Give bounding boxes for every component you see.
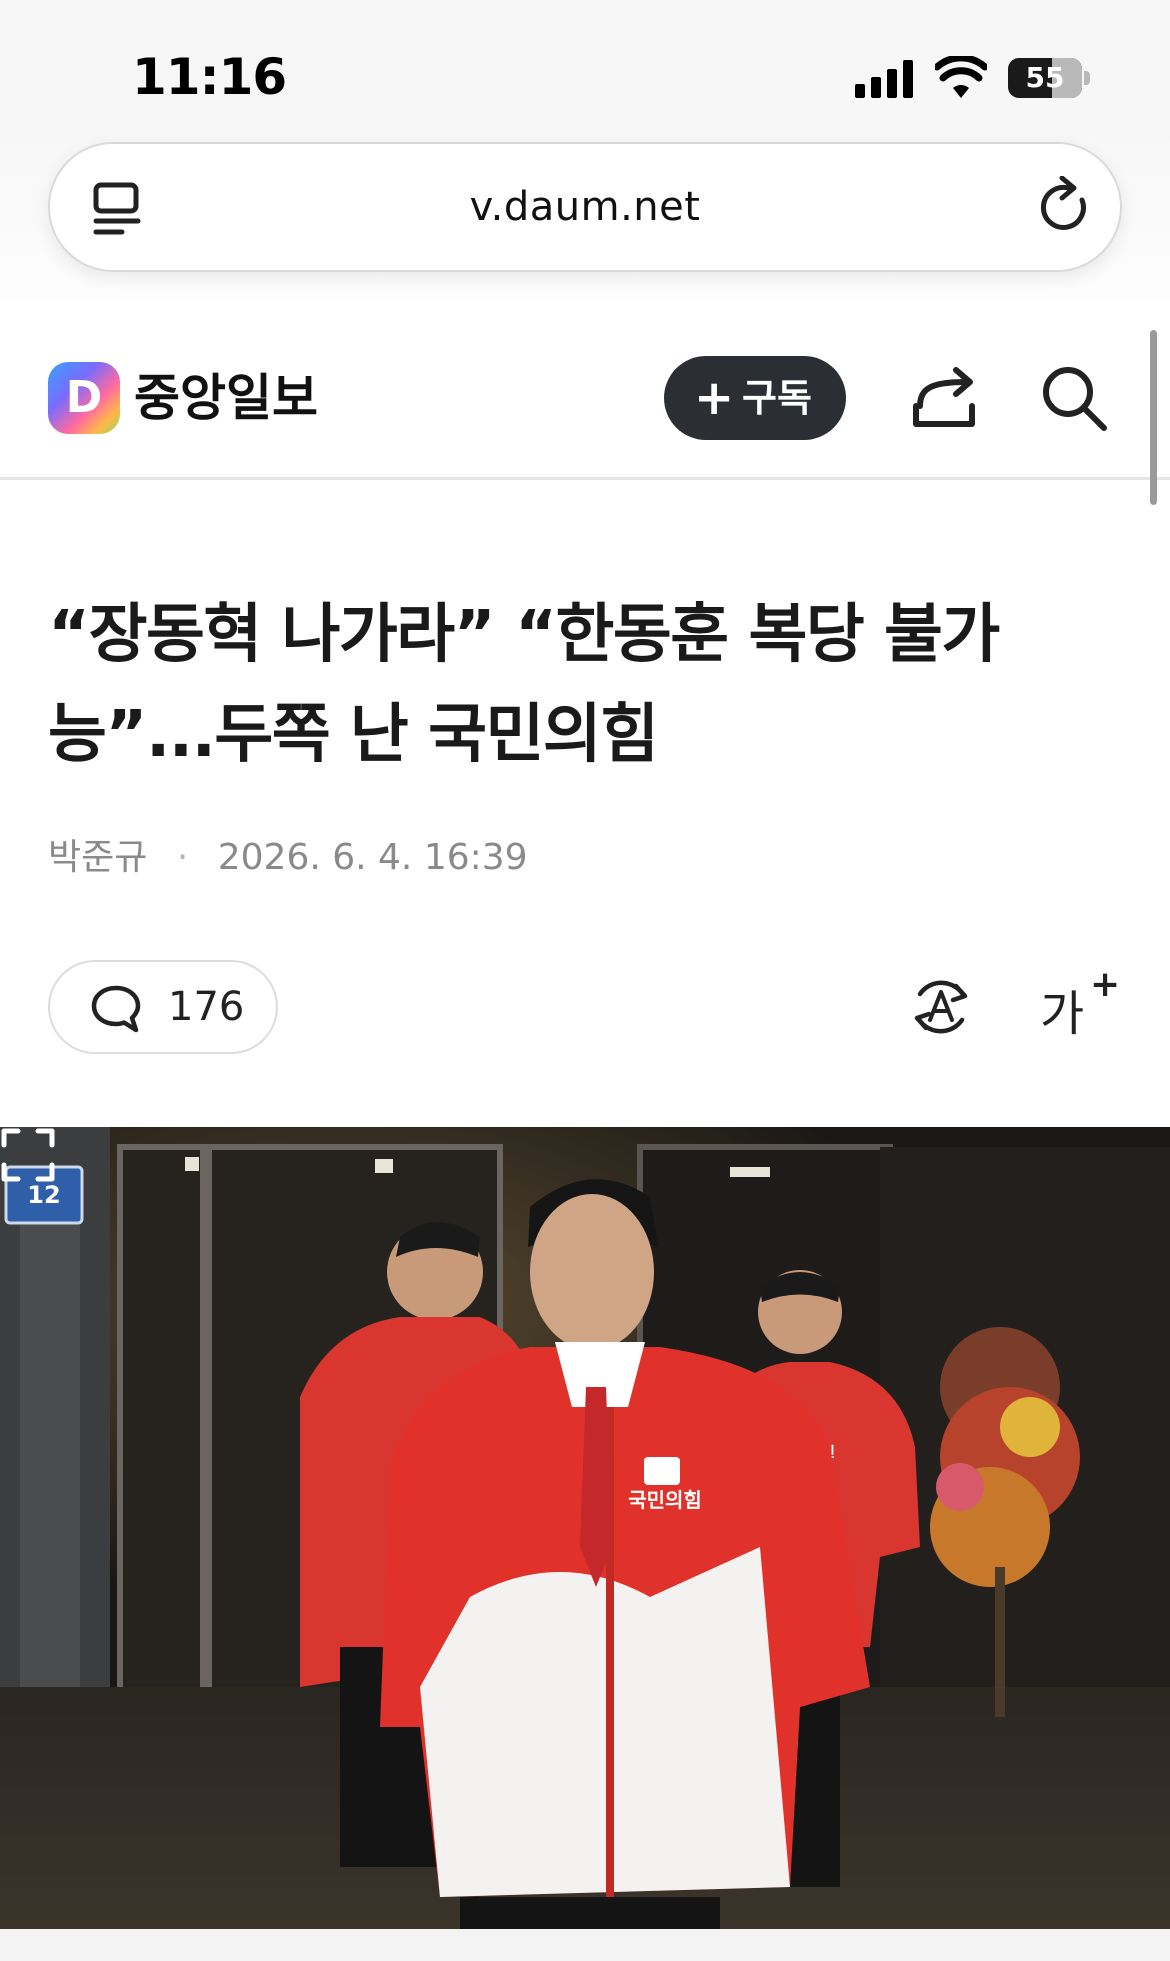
url-text[interactable]: v.daum.net xyxy=(50,144,1120,270)
status-bar: 11:16 55 xyxy=(0,0,1170,130)
scroll-indicator[interactable] xyxy=(1150,330,1157,505)
battery-indicator: 55 xyxy=(1008,58,1090,98)
browser-toolbar: v.daum.net xyxy=(0,130,1170,300)
search-icon[interactable] xyxy=(1040,364,1110,434)
author-name[interactable]: 박준규 xyxy=(48,836,147,880)
article-photo[interactable]: 12 국민 국민의힘 xyxy=(0,1127,1170,1929)
headline-line-2: 능”...두쪽 난 국민의힘 xyxy=(48,698,659,772)
photo-illustration: 12 국민 국민의힘 xyxy=(0,1127,1170,1929)
press-name[interactable]: 중앙일보 xyxy=(134,362,318,434)
article-headline: “장동혁 나가라” “한동훈 복당 불가 능”...두쪽 난 국민의힘 xyxy=(48,585,1128,785)
news-header: D 중앙일보 + 구독 xyxy=(0,300,1170,480)
meta-separator: · xyxy=(176,837,189,878)
plus-icon: + xyxy=(694,370,735,426)
publish-date: 2026. 6. 4. 16:39 xyxy=(217,837,528,878)
subscribe-button[interactable]: + 구독 xyxy=(664,356,846,440)
expand-icon[interactable] xyxy=(0,1127,56,1183)
battery-icon: 55 xyxy=(1008,58,1082,98)
comment-button[interactable]: 176 xyxy=(48,960,278,1054)
daum-logo[interactable]: D xyxy=(48,362,120,434)
font-size-button[interactable]: 가 + xyxy=(1040,964,1120,1042)
bottom-strip xyxy=(0,1929,1170,1961)
reload-icon[interactable] xyxy=(1036,176,1094,238)
status-time: 11:16 xyxy=(132,48,287,106)
cellular-signal-icon xyxy=(855,60,913,98)
wifi-icon xyxy=(935,56,987,98)
comment-count: 176 xyxy=(168,984,245,1030)
door-sign: 12 xyxy=(27,1181,60,1209)
daum-logo-letter: D xyxy=(65,372,103,423)
font-size-plus: + xyxy=(1090,964,1121,1005)
subscribe-label: 구독 xyxy=(742,376,812,420)
battery-level: 55 xyxy=(1025,61,1065,94)
translate-icon[interactable] xyxy=(908,974,974,1040)
headline-line-1: “장동혁 나가라” “한동훈 복당 불가 xyxy=(48,598,1000,672)
article-meta: 박준규 · 2026. 6. 4. 16:39 xyxy=(48,836,528,880)
share-icon[interactable] xyxy=(910,366,980,432)
jacket-logo: 국민의힘 xyxy=(628,1488,702,1512)
address-bar[interactable]: v.daum.net xyxy=(48,142,1122,272)
font-size-icon: 가 xyxy=(1040,986,1085,1042)
comment-icon xyxy=(91,985,141,1033)
